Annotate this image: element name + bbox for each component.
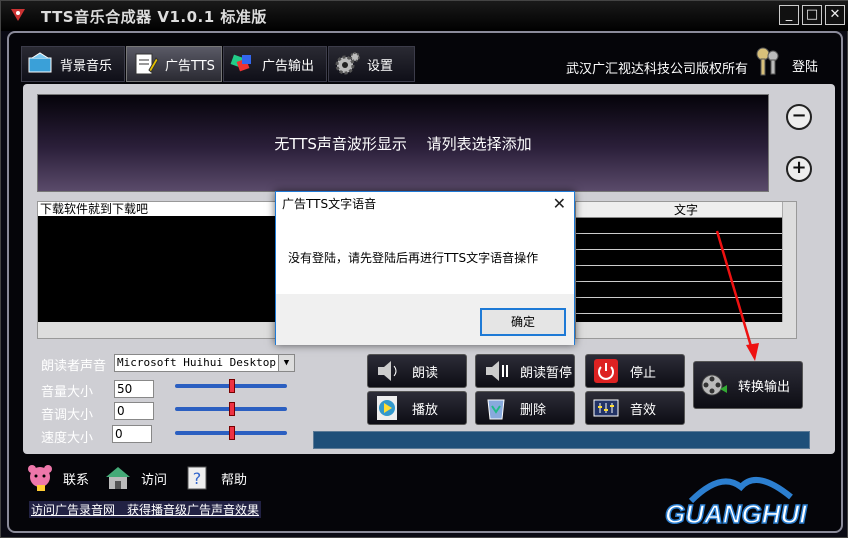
slider-thumb[interactable] [229, 402, 235, 416]
pitch-field[interactable]: 0 [114, 402, 154, 420]
red-arrow-annotation [715, 230, 759, 361]
ad-text-list[interactable]: 下载软件就到下载吧 [37, 201, 283, 339]
visit-label: 访问 [141, 472, 168, 488]
window-title: TTS音乐合成器 V1.0.1 标准版 [41, 8, 267, 26]
gear-icon [335, 52, 360, 75]
power-icon [594, 359, 618, 383]
dialog-title: 广告TTS文字语音 [276, 192, 574, 216]
tab-label: 广告TTS [165, 58, 215, 74]
minimize-button[interactable]: _ [779, 5, 799, 25]
stop-button[interactable]: 停止 [585, 354, 685, 388]
column-header-text[interactable]: 文字 [576, 202, 796, 218]
tab-ad-output[interactable]: 广告输出 [223, 46, 327, 82]
logo-text: GUANGHUI [665, 499, 807, 529]
export-icon [230, 54, 251, 72]
visit-link[interactable]: 访问 [103, 463, 167, 493]
help-label: 帮助 [221, 472, 248, 488]
pause-reading-button[interactable]: 朗读暂停 [475, 354, 575, 388]
app-window: TTS音乐合成器 V1.0.1 标准版 _ □ ✕ 背景音乐 广告TTS 广告输… [0, 0, 848, 538]
volume-slider[interactable] [175, 379, 287, 393]
app-logo-icon [11, 9, 25, 21]
tab-label: 背景音乐 [60, 58, 113, 74]
volume-field[interactable]: 50 [114, 380, 154, 398]
copyright-text: 武汉广汇视达科技公司版权所有 [566, 62, 749, 77]
convert-label: 转换输出 [738, 379, 791, 395]
vertical-scrollbar[interactable] [782, 202, 796, 338]
svg-text:?: ? [193, 469, 202, 488]
dialog-close-button[interactable]: ✕ [553, 194, 566, 213]
recycle-bin-icon [487, 399, 505, 420]
zoom-out-icon[interactable]: − [786, 104, 812, 130]
mascot-icon [28, 465, 52, 491]
contact-label: 联系 [63, 472, 90, 488]
keys-icon[interactable] [753, 45, 783, 79]
tab-bar: 背景音乐 广告TTS 广告输出 设置 [21, 46, 415, 82]
speaker-pause-icon [486, 361, 508, 381]
sound-effect-button[interactable]: 音效 [585, 391, 685, 425]
play-button[interactable]: 播放 [367, 391, 467, 425]
speaker-icon [378, 361, 397, 381]
delete-button[interactable]: 删除 [475, 391, 575, 425]
read-button[interactable]: 朗读 [367, 354, 467, 388]
guanghui-logo: GUANGHUI [664, 476, 808, 529]
maximize-button[interactable]: □ [802, 5, 822, 25]
stop-label: 停止 [630, 365, 657, 381]
title-bar: TTS音乐合成器 V1.0.1 标准版 _ □ ✕ [1, 1, 848, 31]
progress-bar [313, 431, 810, 449]
speed-label: 速度大小 [41, 431, 94, 446]
slider-thumb[interactable] [229, 426, 235, 440]
dialog-footer: 确定 [276, 294, 574, 345]
voice-select[interactable]: Microsoft Huihui Desktop - ▼ [114, 354, 295, 372]
close-button[interactable]: ✕ [825, 5, 845, 25]
list-item[interactable]: 下载软件就到下载吧 [38, 202, 282, 216]
tab-background-music[interactable]: 背景音乐 [21, 46, 125, 82]
convert-output-button[interactable]: 转换输出 [693, 361, 803, 409]
volume-label: 音量大小 [41, 385, 94, 400]
voice-select-value: Microsoft Huihui Desktop - [117, 356, 290, 369]
waveform-display: 无TTS声音波形显示 请列表选择添加 [37, 94, 769, 192]
speed-field[interactable]: 0 [112, 425, 152, 443]
tab-label: 设置 [367, 58, 394, 74]
film-reel-icon [701, 374, 727, 396]
house-icon [106, 467, 130, 489]
notepad-icon [135, 53, 159, 75]
effect-label: 音效 [630, 402, 657, 418]
voice-label: 朗读者声音 [41, 359, 107, 374]
waveform-message: 无TTS声音波形显示 请列表选择添加 [274, 134, 532, 153]
play-label: 播放 [412, 402, 439, 418]
equalizer-icon [593, 399, 619, 417]
play-icon [377, 396, 397, 420]
tab-label: 广告输出 [262, 58, 315, 74]
slider-thumb[interactable] [229, 379, 235, 393]
music-box-icon [28, 52, 52, 73]
dialog-message: 没有登陆，请先登陆后再进行TTS文字语音操作 [288, 251, 539, 265]
read-label: 朗读 [412, 365, 439, 381]
tab-settings[interactable]: 设置 [328, 46, 415, 82]
help-link[interactable]: ? 帮助 [183, 463, 247, 493]
pause-label: 朗读暂停 [520, 365, 573, 381]
contact-link[interactable]: 联系 [25, 463, 89, 493]
login-link[interactable]: 登陆 [792, 56, 818, 75]
help-book-icon: ? [187, 466, 207, 490]
pitch-label: 音调大小 [41, 408, 94, 423]
zoom-in-icon[interactable]: + [786, 156, 812, 182]
delete-label: 删除 [520, 402, 547, 418]
ok-button[interactable]: 确定 [480, 308, 566, 336]
alert-dialog: 广告TTS文字语音 ✕ 没有登陆，请先登陆后再进行TTS文字语音操作 确定 [275, 191, 575, 345]
speed-slider[interactable] [175, 426, 287, 440]
promo-link[interactable]: 访问广告录音网 获得播音级广告声音效果 [29, 501, 262, 518]
chevron-down-icon[interactable]: ▼ [278, 355, 294, 371]
text-table[interactable]: 文字 [575, 201, 797, 339]
tab-ad-tts[interactable]: 广告TTS [126, 46, 222, 82]
horizontal-scrollbar[interactable] [38, 322, 282, 338]
pitch-slider[interactable] [175, 402, 287, 416]
